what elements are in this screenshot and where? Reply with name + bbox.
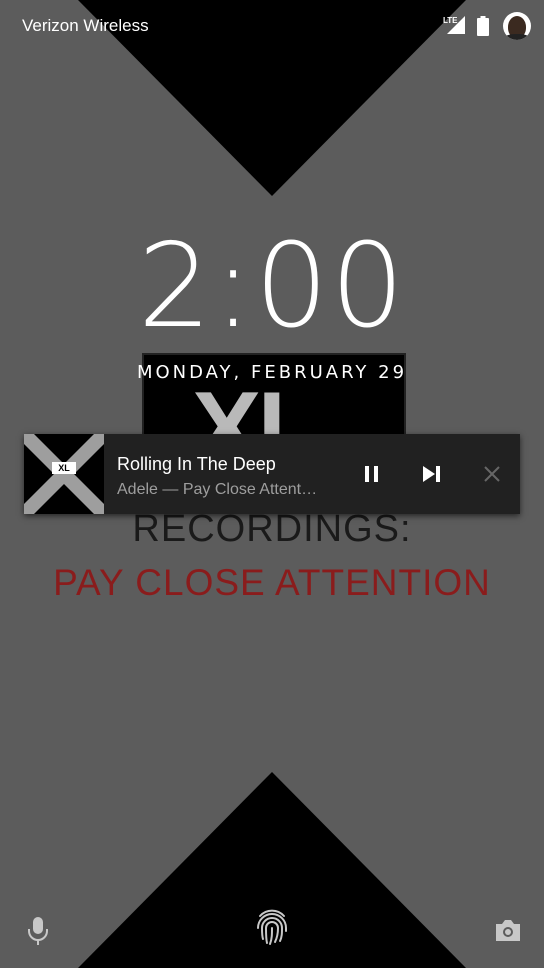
avatar[interactable] xyxy=(503,12,531,40)
album-title-text: PAY CLOSE ATTENTION xyxy=(53,562,491,603)
lockscreen-clock: 2:00 xyxy=(137,219,407,354)
pause-button[interactable] xyxy=(356,458,388,490)
notification-track-subtitle: Adele — Pay Close Attent… xyxy=(117,481,318,498)
dismiss-button[interactable] xyxy=(476,458,508,490)
signal-icon xyxy=(447,16,465,34)
battery-icon xyxy=(477,16,489,36)
thumbnail-logo: XL xyxy=(52,462,76,474)
media-notification[interactable]: XL Rolling In The Deep Adele — Pay Close… xyxy=(24,434,520,514)
notification-album-thumbnail: XL xyxy=(24,434,104,514)
fingerprint-icon[interactable] xyxy=(254,906,290,946)
camera-icon[interactable] xyxy=(494,918,522,942)
skip-next-button[interactable] xyxy=(416,458,448,490)
notification-track-title: Rolling In The Deep xyxy=(117,454,276,474)
close-icon xyxy=(484,466,500,482)
carrier-name: Verizon Wireless xyxy=(22,16,149,35)
microphone-icon[interactable] xyxy=(26,916,50,946)
album-label-recordings: RECORDINGS: xyxy=(132,508,412,550)
lockscreen-date: MONDAY, FEBRUARY 29 xyxy=(136,362,408,383)
skip-next-icon xyxy=(423,466,440,482)
album-art-logo: XL xyxy=(192,371,321,439)
pause-icon xyxy=(365,466,378,482)
status-bar: Verizon Wireless LTE xyxy=(0,0,544,54)
avatar-shirt xyxy=(505,34,529,40)
thumbnail-triangles xyxy=(24,434,104,514)
